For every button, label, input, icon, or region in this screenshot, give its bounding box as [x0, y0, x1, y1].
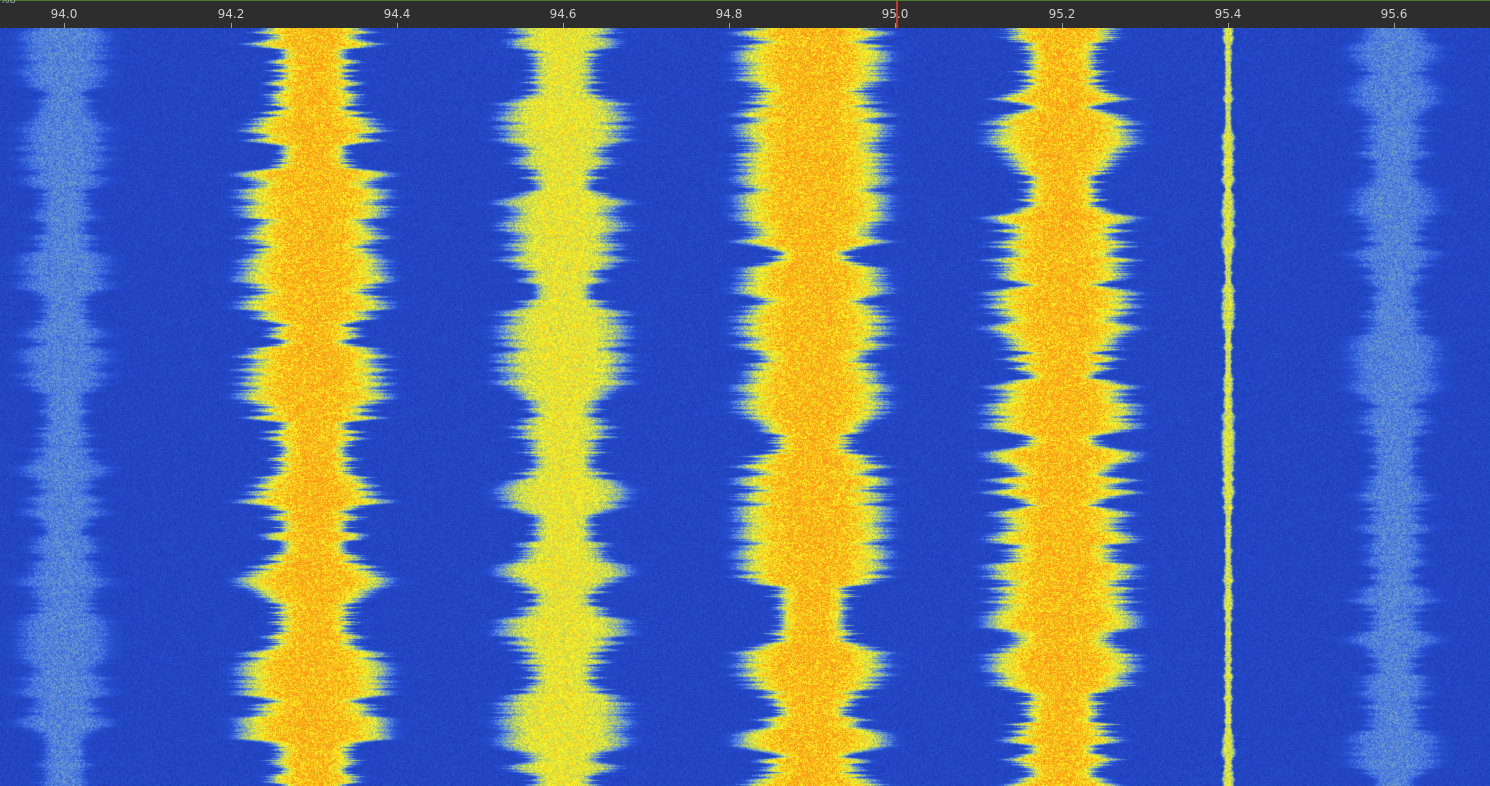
freq-tick-label: 95.0: [881, 7, 909, 21]
corner-label: %8: [0, 0, 16, 6]
tuning-marker[interactable]: [896, 1, 898, 29]
sdr-waterfall-app: %8 94.0 94.2 94.4 94.6 94.8 95.0 95.2 95…: [0, 0, 1490, 786]
freq-tick-label: 94.2: [217, 7, 245, 21]
freq-tick-label: 94.0: [50, 7, 78, 21]
frequency-axis[interactable]: %8 94.0 94.2 94.4 94.6 94.8 95.0 95.2 95…: [0, 0, 1490, 29]
freq-tick-label: 94.6: [549, 7, 577, 21]
freq-tick-label: 94.8: [715, 7, 743, 21]
freq-tick-label: 94.4: [383, 7, 411, 21]
waterfall-display[interactable]: [0, 28, 1490, 786]
freq-tick-label: 95.6: [1380, 7, 1408, 21]
freq-tick-label: 95.2: [1048, 7, 1076, 21]
freq-tick-label: 95.4: [1214, 7, 1242, 21]
